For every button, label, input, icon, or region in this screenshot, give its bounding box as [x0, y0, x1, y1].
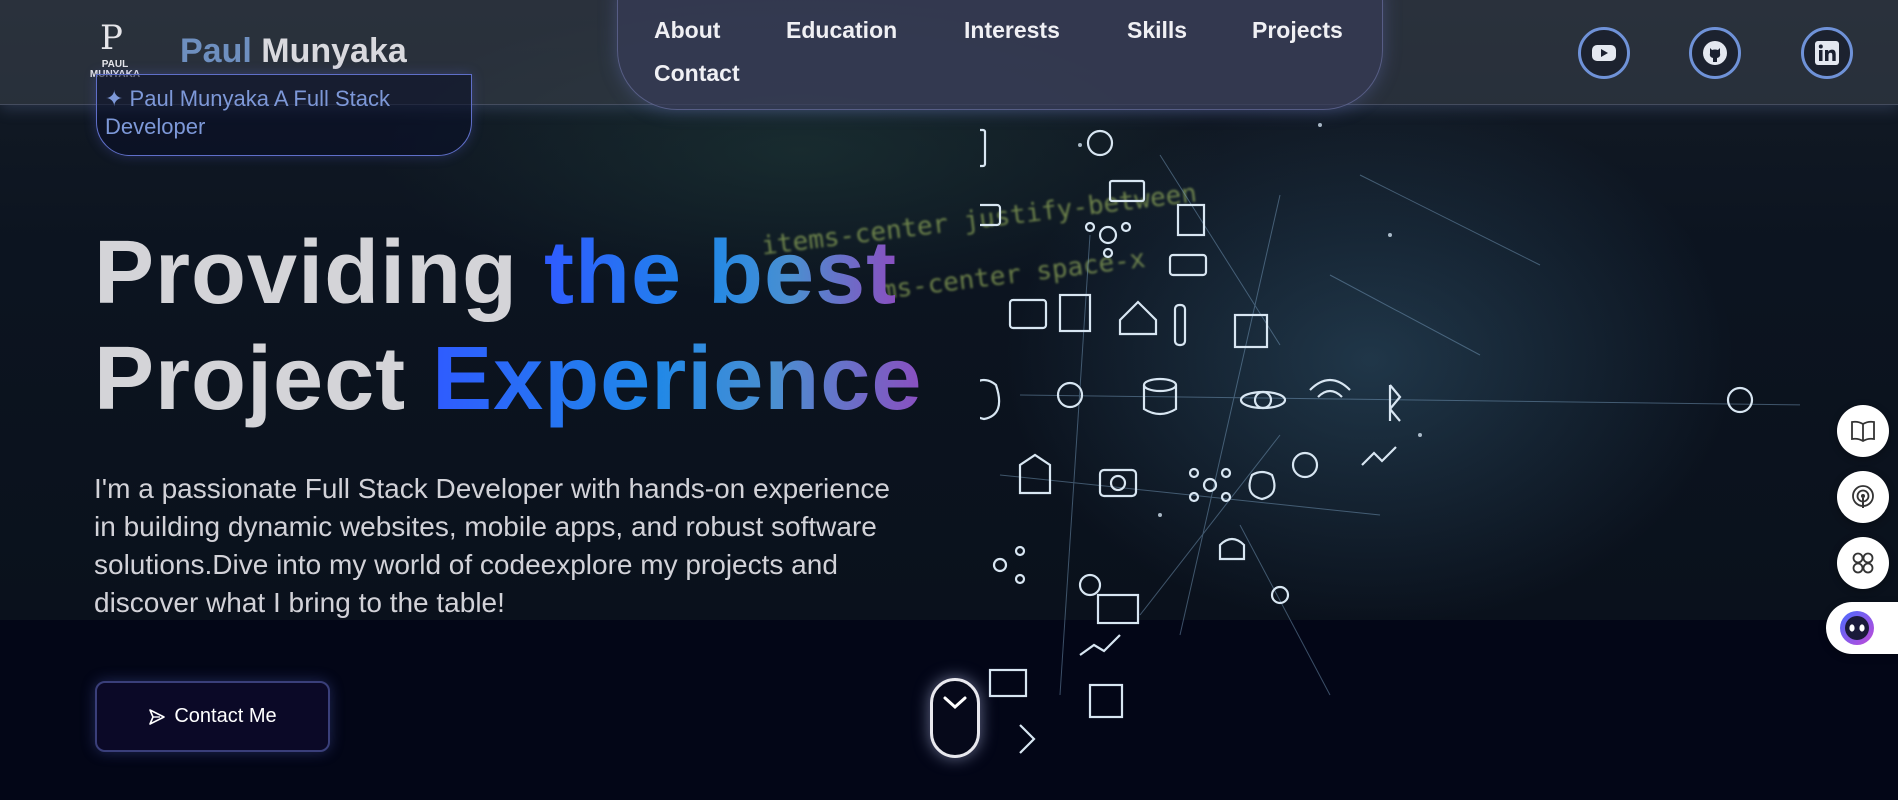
- github-icon: [1703, 41, 1727, 65]
- logo-monogram-icon: P: [100, 18, 123, 58]
- podcast-icon: [1852, 485, 1874, 508]
- apps-icon: [1852, 552, 1874, 574]
- hero-description: I'm a passionate Full Stack Developer wi…: [94, 473, 890, 618]
- brand-name[interactable]: Paul Munyaka: [180, 32, 407, 71]
- headline-experience: Experience: [432, 329, 923, 429]
- intro-badge-text: ✦ Paul Munyaka A Full Stack Developer: [105, 86, 391, 139]
- podcast-button[interactable]: [1837, 471, 1889, 523]
- headline-the-best: the best: [544, 223, 898, 323]
- site-logo[interactable]: P PAUL MUNYAKA: [84, 20, 146, 82]
- hero-headline: Providing the best Project Experience: [94, 220, 922, 432]
- scroll-down-indicator[interactable]: [930, 678, 980, 758]
- intro-badge: ✦ Paul Munyaka A Full Stack Developer: [96, 74, 472, 156]
- nav-contact[interactable]: Contact: [654, 60, 740, 87]
- chevron-down-icon: [943, 696, 967, 710]
- nav-education[interactable]: Education: [786, 17, 897, 44]
- reader-icon: [1851, 420, 1875, 442]
- youtube-button[interactable]: [1578, 27, 1630, 79]
- reader-button[interactable]: [1837, 405, 1889, 457]
- send-icon: [149, 708, 166, 725]
- headline-project: Project: [94, 329, 433, 429]
- apps-button[interactable]: [1837, 537, 1889, 589]
- nav-about[interactable]: About: [654, 17, 720, 44]
- github-button[interactable]: [1689, 27, 1741, 79]
- assistant-button[interactable]: [1826, 602, 1898, 654]
- headline-line-2: Project Experience: [94, 326, 922, 432]
- assistant-icon: [1840, 611, 1874, 645]
- nav-projects[interactable]: Projects: [1252, 17, 1343, 44]
- headline-line-1: Providing the best: [94, 220, 922, 326]
- youtube-icon: [1592, 45, 1616, 61]
- headline-providing: Providing: [94, 223, 545, 323]
- linkedin-icon: [1815, 41, 1839, 65]
- brand-last-name: Munyaka: [261, 32, 407, 70]
- nav-interests[interactable]: Interests: [964, 17, 1060, 44]
- linkedin-button[interactable]: [1801, 27, 1853, 79]
- nav-skills[interactable]: Skills: [1127, 17, 1187, 44]
- main-navigation: About Education Interests Skills Project…: [617, 0, 1383, 110]
- contact-me-button[interactable]: Contact Me: [95, 681, 330, 752]
- brand-first-name: Paul: [180, 32, 252, 70]
- contact-me-label: Contact Me: [174, 705, 277, 727]
